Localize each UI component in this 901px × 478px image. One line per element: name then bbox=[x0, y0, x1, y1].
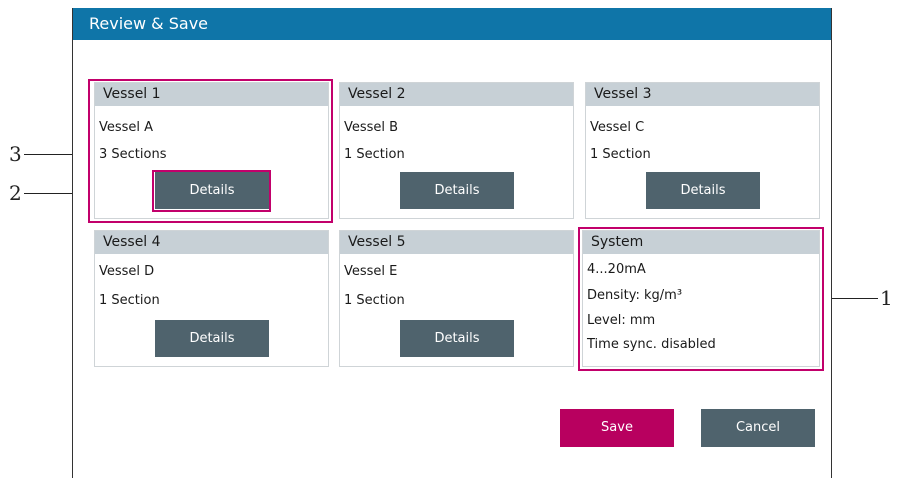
vessel-name: Vessel C bbox=[590, 120, 645, 135]
vessel-name: Vessel B bbox=[344, 120, 399, 135]
vessel-sections: 1 Section bbox=[344, 147, 405, 162]
vessel-sections: 1 Section bbox=[344, 293, 405, 308]
save-button[interactable]: Save bbox=[560, 409, 674, 447]
callout-2: 2 bbox=[9, 181, 22, 205]
vessel-card-5: Vessel 5 Vessel E 1 Section Details bbox=[339, 230, 574, 367]
vessel-name: Vessel D bbox=[99, 264, 155, 279]
details-button[interactable]: Details bbox=[646, 172, 760, 209]
callout-1: 1 bbox=[880, 286, 893, 310]
cancel-button[interactable]: Cancel bbox=[701, 409, 815, 447]
vessel-card-header: Vessel 5 bbox=[340, 231, 573, 254]
dialog-title: Review & Save bbox=[73, 8, 831, 40]
system-card-header: System bbox=[583, 231, 819, 254]
vessel-card-3: Vessel 3 Vessel C 1 Section Details bbox=[585, 82, 820, 219]
vessel-card-4: Vessel 4 Vessel D 1 Section Details bbox=[94, 230, 329, 367]
details-button[interactable]: Details bbox=[400, 172, 514, 209]
vessel-card-header: Vessel 3 bbox=[586, 83, 819, 106]
vessel-card-header: Vessel 4 bbox=[95, 231, 328, 254]
system-density: Density: kg/m³ bbox=[587, 288, 683, 303]
system-card: System 4...20mA Density: kg/m³ Level: mm… bbox=[582, 230, 820, 367]
vessel-card-1: Vessel 1 Vessel A 3 Sections Details bbox=[94, 82, 329, 219]
vessel-name: Vessel E bbox=[344, 264, 398, 279]
vessel-card-2: Vessel 2 Vessel B 1 Section Details bbox=[339, 82, 574, 219]
vessel-card-header: Vessel 1 bbox=[95, 83, 328, 106]
callout-3: 3 bbox=[9, 142, 22, 166]
system-level: Level: mm bbox=[587, 313, 656, 328]
review-save-dialog: Review & Save Vessel 1 Vessel A 3 Sectio… bbox=[72, 8, 832, 478]
details-button[interactable]: Details bbox=[155, 172, 269, 209]
vessel-card-header: Vessel 2 bbox=[340, 83, 573, 106]
vessel-sections: 1 Section bbox=[99, 293, 160, 308]
details-button[interactable]: Details bbox=[155, 320, 269, 357]
vessel-sections: 3 Sections bbox=[99, 147, 167, 162]
details-button[interactable]: Details bbox=[400, 320, 514, 357]
vessel-name: Vessel A bbox=[99, 120, 154, 135]
system-signal: 4...20mA bbox=[587, 262, 646, 277]
vessel-sections: 1 Section bbox=[590, 147, 651, 162]
system-time-sync: Time sync. disabled bbox=[587, 337, 716, 352]
